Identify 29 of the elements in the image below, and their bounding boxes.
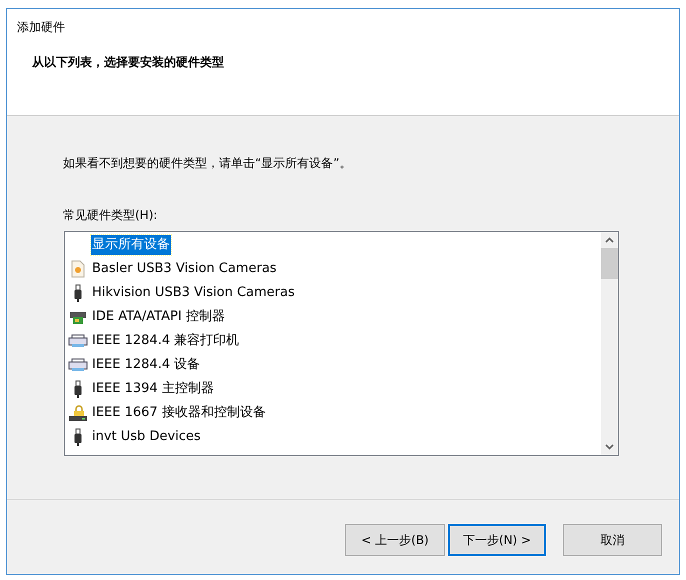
scroll-thumb[interactable] <box>601 248 618 279</box>
printer-icon <box>68 358 88 372</box>
controller-card-icon <box>69 309 87 325</box>
list-item[interactable]: Hikvision USB3 Vision Cameras <box>91 283 296 303</box>
usb-plug-icon <box>73 380 83 398</box>
list-item[interactable]: invt Usb Devices <box>91 427 202 447</box>
list-item[interactable]: IEEE 1394 主控制器 <box>91 379 215 399</box>
hardware-list[interactable]: 显示所有设备 Basler USB3 Vision Cameras Hikvision USB3 Vision Cameras IDE ATA/ATAPI 控制器 IEEE 1284.4 兼容打印机 IEEE 1284.4 设备 IEEE 1394 主控制器 IEEE 1667 接收器和控制设备 invt Usb Devices <box>64 231 619 456</box>
scroll-down-icon[interactable] <box>605 444 614 450</box>
list-label: 常见硬件类型(H): <box>63 207 158 224</box>
list-item[interactable]: IDE ATA/ATAPI 控制器 <box>91 307 226 327</box>
list-item[interactable]: IEEE 1284.4 设备 <box>91 355 202 375</box>
wizard-button[interactable]: < 上一步(B) <box>345 524 445 556</box>
scrollbar[interactable] <box>601 232 618 455</box>
usb-plug-icon <box>73 284 83 302</box>
wizard-button[interactable]: 下一步(N) > <box>448 524 546 556</box>
list-item[interactable]: 显示所有设备 <box>91 235 171 255</box>
printer-icon <box>68 334 88 348</box>
page-heading: 从以下列表，选择要安装的硬件类型 <box>32 54 224 71</box>
list-item[interactable]: IEEE 1667 接收器和控制设备 <box>91 403 267 423</box>
lock-drive-icon <box>68 404 88 422</box>
wizard-button[interactable]: 取消 <box>563 524 662 556</box>
instruction-text: 如果看不到想要的硬件类型，请单击“显示所有设备”。 <box>63 155 352 172</box>
scroll-up-icon[interactable] <box>605 237 614 243</box>
usb-plug-icon <box>73 428 83 446</box>
list-item[interactable]: IEEE 1284.4 兼容打印机 <box>91 331 240 351</box>
list-item[interactable]: Basler USB3 Vision Cameras <box>91 259 278 279</box>
document-icon <box>71 260 85 278</box>
window-title: 添加硬件 <box>17 19 65 36</box>
